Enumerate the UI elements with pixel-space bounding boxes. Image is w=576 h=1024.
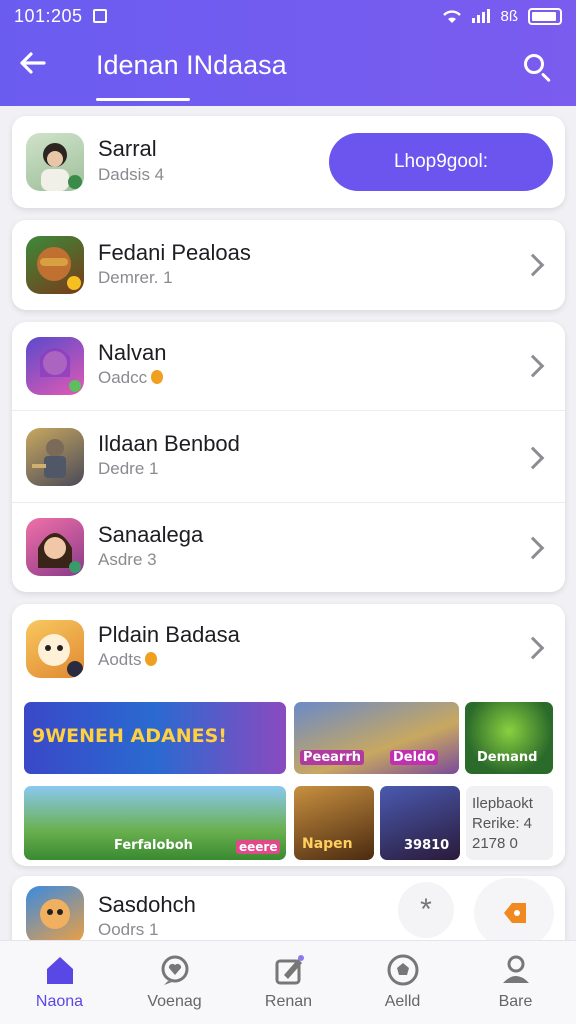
coin-icon <box>145 652 158 666</box>
game-avatar <box>26 518 84 576</box>
thumbnail-title: Napen <box>302 836 353 852</box>
info-tile-count: 2178 0 <box>472 835 518 852</box>
tab-label: Naona <box>35 993 84 1010</box>
primary-action-button[interactable]: Lhop9gool: <box>329 133 553 191</box>
game-thumbnail[interactable]: 9WENEH ADANES! <box>24 702 286 774</box>
info-tile-title: Ilepbaokt <box>472 795 533 812</box>
wifi-icon <box>443 10 462 23</box>
back-arrow-icon[interactable] <box>18 48 58 88</box>
tag-icon[interactable] <box>474 878 554 948</box>
game-avatar <box>26 236 84 294</box>
tab-label: Bare <box>498 993 533 1010</box>
tab-profile[interactable]: Bare <box>458 941 573 1024</box>
game-card[interactable]: Fedani Pealoas Demrer. 1 <box>12 220 565 310</box>
coin-icon <box>151 370 164 384</box>
thumbnail-title: Peearrh <box>300 750 365 765</box>
list-item[interactable]: Pldain Badasa Aodts <box>12 604 565 696</box>
tab-label: Aelld <box>384 993 421 1010</box>
tab-messages[interactable]: Voenag <box>117 941 232 1024</box>
bottom-tab-bar: Naona Voenag Renan Aelld Bare <box>0 940 576 1024</box>
chat-heart-icon <box>161 955 189 985</box>
list-item[interactable]: Sanaalega Asdre 3 <box>12 502 565 594</box>
thumbnail-title: Ferfaloboh <box>114 838 193 853</box>
status-time: 101:205 <box>14 5 83 26</box>
game-thumbnail[interactable]: Demand <box>465 702 553 774</box>
tab-edit[interactable]: Renan <box>231 941 346 1024</box>
thumbnail-title: Demand <box>477 750 538 765</box>
thumbnail-title: Deldo <box>390 750 439 765</box>
game-subtitle: Oodrs 1 <box>98 920 159 939</box>
game-list-card: Nalvan Oadcc Ildaan Benbod Dedre 1 Sanaa… <box>12 322 565 592</box>
chevron-right-icon <box>521 446 545 470</box>
game-subtitle: Asdre 3 <box>98 550 157 569</box>
game-subtitle: Demrer. 1 <box>98 268 173 287</box>
tab-label: Voenag <box>147 993 202 1010</box>
game-name: Sanaalega <box>98 522 204 547</box>
screenshot-icon <box>92 9 107 23</box>
edit-icon <box>275 955 304 985</box>
game-name: Sarral <box>98 136 157 161</box>
soccer-ball-icon <box>387 954 419 986</box>
game-thumbnail[interactable]: Napen <box>294 786 374 860</box>
game-thumbnail[interactable]: Peearrh Deldo <box>294 702 459 774</box>
game-avatar <box>26 337 84 395</box>
game-avatar <box>26 133 84 191</box>
info-tile-subtitle: Rerike: 4 <box>472 815 533 832</box>
game-name: Sasdohch <box>98 892 196 917</box>
game-name: Nalvan <box>98 340 167 365</box>
thumbnail-title: 39810 <box>404 838 450 853</box>
chevron-right-icon <box>521 536 545 560</box>
game-avatar <box>26 428 84 486</box>
chevron-right-icon <box>521 354 545 378</box>
tab-sports[interactable]: Aelld <box>345 941 460 1024</box>
network-label: 8ß <box>500 7 518 25</box>
battery-icon <box>528 7 562 25</box>
featured-game-card: Pldain Badasa Aodts 9WENEH ADANES! Peear… <box>12 604 565 866</box>
info-tile[interactable]: Ilepbaokt Rerike: 4 2178 0 <box>466 786 553 860</box>
list-item[interactable]: Ildaan Benbod Dedre 1 <box>12 410 565 502</box>
game-avatar <box>26 620 84 678</box>
game-avatar <box>26 886 84 944</box>
game-subtitle: Oadcc <box>98 368 164 388</box>
game-thumbnail[interactable]: 39810 <box>380 786 460 860</box>
app-bar: 101:205 8ß Idenan INdaasa <box>0 0 576 106</box>
home-icon <box>47 957 73 984</box>
game-thumbnail[interactable]: Ferfaloboh eeere <box>24 786 286 860</box>
asterisk-icon[interactable]: * <box>398 882 454 938</box>
thumbnail-title: 9WENEH ADANES! <box>32 725 227 747</box>
game-subtitle: Dadsis 4 <box>98 165 165 184</box>
search-icon[interactable] <box>522 52 554 84</box>
page-title: Idenan INdaasa <box>96 50 287 80</box>
list-item[interactable]: Nalvan Oadcc <box>12 322 565 414</box>
tab-home[interactable]: Naona <box>2 941 117 1024</box>
game-name: Pldain Badasa <box>98 622 240 647</box>
status-bar: 101:205 8ß <box>0 0 576 32</box>
game-subtitle: Aodts <box>98 650 158 670</box>
signal-icon <box>472 9 491 23</box>
chevron-right-icon <box>521 253 545 277</box>
title-underline <box>96 98 190 101</box>
top-game-card[interactable]: Sarral Dadsis 4 Lhop9gool: <box>12 116 565 208</box>
chevron-right-icon <box>521 636 545 660</box>
thumbnail-title: eeere <box>236 840 281 854</box>
game-subtitle: Dedre 1 <box>98 459 159 478</box>
profile-icon <box>503 955 529 983</box>
tab-label: Renan <box>264 993 313 1010</box>
game-name: Ildaan Benbod <box>98 431 240 456</box>
game-name: Fedani Pealoas <box>98 240 251 265</box>
